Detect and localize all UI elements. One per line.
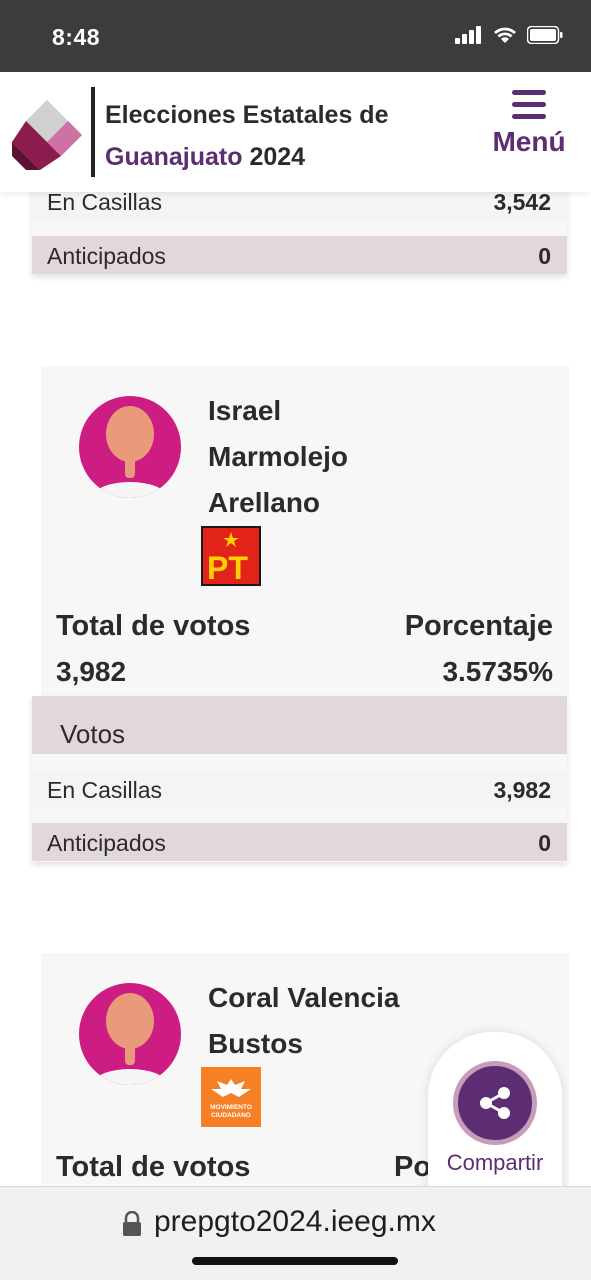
votes-row-casillas: En Casillas 3,982 [32, 770, 567, 808]
candidate-avatar [79, 983, 181, 1085]
menu-label: Menú [492, 126, 566, 157]
candidate-name: Coral Valencia Bustos [208, 982, 400, 1059]
menu-button[interactable]: Menú [487, 90, 571, 158]
pt-logo-text: PT [207, 550, 248, 586]
share-button[interactable] [453, 1061, 537, 1145]
row-label: Anticipados [47, 243, 166, 269]
site-title: Elecciones Estatales de Guanajuato 2024 [105, 94, 388, 178]
person-silhouette-icon [94, 406, 166, 498]
status-icons [455, 26, 563, 44]
ieeg-logo[interactable] [8, 96, 86, 174]
movimiento-ciudadano-logo: MOVIMIENTO CIUDADANO [201, 1067, 261, 1127]
candidate-card: Israel Marmolejo Arellano PT Total de vo… [41, 366, 569, 696]
mc-logo-text-2: CIUDADANO [211, 1112, 251, 1119]
votes-row-anticipados: Anticipados 0 [32, 236, 567, 274]
total-votes-value: 3,982 [56, 656, 127, 687]
cellular-signal-icon [455, 26, 481, 44]
site-title-year: 2024 [249, 143, 306, 171]
votes-header-label: Votos [60, 719, 126, 749]
row-value: 3,542 [493, 189, 551, 215]
hamburger-icon [512, 90, 546, 119]
candidate-avatar [79, 396, 181, 498]
share-fab-container: Compartir [428, 1032, 562, 1192]
share-icon [480, 1087, 510, 1119]
row-label: Anticipados [47, 830, 166, 856]
share-label[interactable]: Compartir [428, 1150, 562, 1176]
percentage-label: Porcentaje [404, 610, 553, 642]
url-text[interactable]: prepgto2024.ieeg.mx [154, 1205, 436, 1239]
row-value: 3,982 [493, 777, 551, 803]
home-indicator[interactable] [192, 1257, 398, 1265]
candidate-name: Israel Marmolejo Arellano [208, 395, 349, 518]
status-time: 8:48 [52, 24, 101, 50]
mc-logo-text-1: MOVIMIENTO [210, 1104, 252, 1111]
votes-row-anticipados: Anticipados 0 [32, 823, 567, 861]
row-label: En Casillas [47, 189, 163, 215]
lock-icon [123, 1211, 141, 1236]
row-value: 0 [538, 830, 551, 856]
status-bar: 8:48 [0, 0, 591, 72]
percentage-value: 3.5735% [442, 656, 553, 687]
votes-breakdown-header: Votos [32, 696, 567, 754]
battery-icon [527, 26, 563, 44]
row-value: 0 [538, 243, 551, 269]
browser-url-bar[interactable]: prepgto2024.ieeg.mx [0, 1186, 591, 1280]
site-title-line1: Elecciones Estatales de [105, 101, 389, 129]
site-title-accent: Guanajuato [105, 143, 243, 171]
row-label: En Casillas [47, 777, 163, 803]
percentage-label: Po [394, 1151, 432, 1183]
total-votes-label: Total de votos [56, 610, 251, 642]
person-silhouette-icon [94, 993, 166, 1085]
votes-breakdown-card: Votos En Casillas 3,982 Anticipados 0 [32, 696, 567, 862]
wifi-icon [494, 27, 516, 43]
logo-divider [91, 87, 95, 177]
total-votes-label: Total de votos [56, 1151, 251, 1183]
prev-votes-card: En Casillas 3,542 Anticipados 0 [32, 180, 567, 274]
site-header: Elecciones Estatales de Guanajuato 2024 … [0, 72, 591, 192]
pt-logo: PT [201, 526, 261, 586]
